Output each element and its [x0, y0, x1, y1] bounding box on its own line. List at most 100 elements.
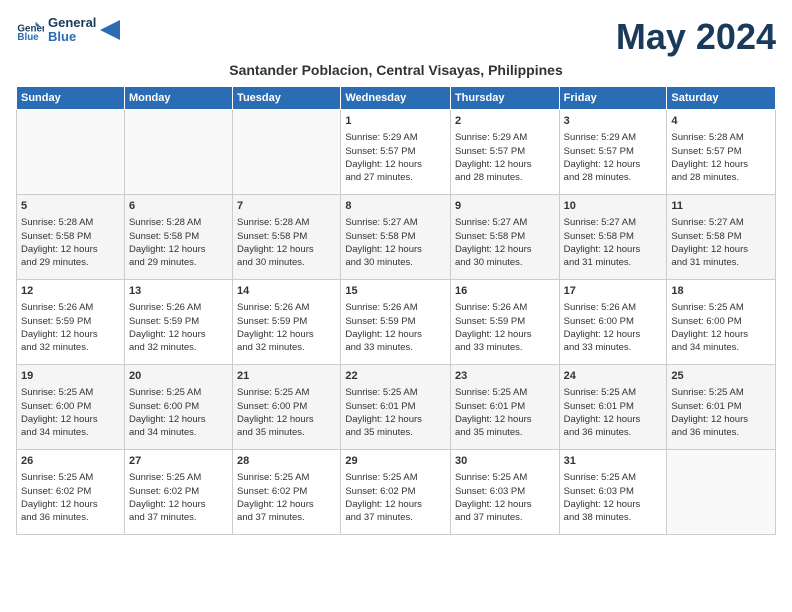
calendar-cell: 23Sunrise: 5:25 AMSunset: 6:01 PMDayligh… [450, 365, 559, 450]
day-info: and 29 minutes. [21, 256, 120, 269]
calendar-cell: 29Sunrise: 5:25 AMSunset: 6:02 PMDayligh… [341, 450, 451, 535]
day-info: Sunset: 5:59 PM [345, 315, 446, 328]
week-row-2: 5Sunrise: 5:28 AMSunset: 5:58 PMDaylight… [17, 195, 776, 280]
day-info: and 30 minutes. [345, 256, 446, 269]
day-info: and 36 minutes. [671, 426, 771, 439]
day-info: Sunset: 6:01 PM [564, 400, 663, 413]
day-info: Sunrise: 5:25 AM [345, 386, 446, 399]
day-number: 2 [455, 114, 555, 129]
day-info: Sunrise: 5:28 AM [129, 216, 228, 229]
day-info: Sunrise: 5:25 AM [237, 471, 336, 484]
day-info: Daylight: 12 hours [237, 243, 336, 256]
day-info: Sunset: 6:02 PM [345, 485, 446, 498]
day-info: Daylight: 12 hours [129, 498, 228, 511]
day-info: Sunrise: 5:26 AM [345, 301, 446, 314]
day-info: Sunrise: 5:26 AM [21, 301, 120, 314]
day-info: Sunrise: 5:27 AM [564, 216, 663, 229]
day-number: 17 [564, 284, 663, 299]
calendar-cell: 4Sunrise: 5:28 AMSunset: 5:57 PMDaylight… [667, 110, 776, 195]
day-info: Daylight: 12 hours [671, 158, 771, 171]
day-info: Sunrise: 5:25 AM [237, 386, 336, 399]
day-number: 5 [21, 199, 120, 214]
header-cell-tuesday: Tuesday [233, 87, 341, 110]
day-info: and 34 minutes. [671, 341, 771, 354]
day-info: Sunset: 6:02 PM [237, 485, 336, 498]
day-number: 21 [237, 369, 336, 384]
day-info: Daylight: 12 hours [129, 328, 228, 341]
day-number: 15 [345, 284, 446, 299]
day-info: Daylight: 12 hours [671, 413, 771, 426]
day-info: and 33 minutes. [345, 341, 446, 354]
week-row-4: 19Sunrise: 5:25 AMSunset: 6:00 PMDayligh… [17, 365, 776, 450]
day-info: Sunrise: 5:26 AM [129, 301, 228, 314]
week-row-1: 1Sunrise: 5:29 AMSunset: 5:57 PMDaylight… [17, 110, 776, 195]
day-info: Daylight: 12 hours [345, 158, 446, 171]
day-info: and 35 minutes. [455, 426, 555, 439]
day-info: Sunset: 5:58 PM [671, 230, 771, 243]
day-info: Sunset: 6:03 PM [455, 485, 555, 498]
day-info: Sunrise: 5:28 AM [237, 216, 336, 229]
day-info: and 36 minutes. [564, 426, 663, 439]
day-info: Sunrise: 5:25 AM [129, 471, 228, 484]
day-info: Sunrise: 5:28 AM [21, 216, 120, 229]
day-info: Sunrise: 5:26 AM [455, 301, 555, 314]
calendar-cell: 10Sunrise: 5:27 AMSunset: 5:58 PMDayligh… [559, 195, 667, 280]
day-info: Sunset: 6:00 PM [564, 315, 663, 328]
calendar-cell [667, 450, 776, 535]
header-row: SundayMondayTuesdayWednesdayThursdayFrid… [17, 87, 776, 110]
day-info: Sunset: 6:00 PM [237, 400, 336, 413]
calendar-cell: 16Sunrise: 5:26 AMSunset: 5:59 PMDayligh… [450, 280, 559, 365]
calendar-cell: 27Sunrise: 5:25 AMSunset: 6:02 PMDayligh… [124, 450, 232, 535]
day-number: 30 [455, 454, 555, 469]
day-number: 19 [21, 369, 120, 384]
day-info: Daylight: 12 hours [237, 413, 336, 426]
day-number: 7 [237, 199, 336, 214]
day-info: Sunset: 5:57 PM [455, 145, 555, 158]
calendar-cell: 21 Sunrise: 5:25 AMSunset: 6:00 PMDayligh… [233, 365, 341, 450]
day-info: Sunrise: 5:25 AM [671, 386, 771, 399]
calendar-cell: 22Sunrise: 5:25 AMSunset: 6:01 PMDayligh… [341, 365, 451, 450]
day-number: 1 [345, 114, 446, 129]
svg-text:Blue: Blue [17, 32, 39, 43]
day-info: and 28 minutes. [564, 171, 663, 184]
day-info: Daylight: 12 hours [564, 243, 663, 256]
day-info: Sunset: 6:02 PM [129, 485, 228, 498]
day-info: Sunrise: 5:25 AM [21, 386, 120, 399]
calendar-cell: 12Sunrise: 5:26 AMSunset: 5:59 PMDayligh… [17, 280, 125, 365]
calendar-cell: 15Sunrise: 5:26 AMSunset: 5:59 PMDayligh… [341, 280, 451, 365]
day-info: Sunset: 6:00 PM [129, 400, 228, 413]
day-info: and 36 minutes. [21, 511, 120, 524]
day-info: Daylight: 12 hours [21, 498, 120, 511]
day-info: Sunset: 6:00 PM [21, 400, 120, 413]
day-info: Sunset: 6:01 PM [455, 400, 555, 413]
day-info: and 34 minutes. [21, 426, 120, 439]
day-info: Daylight: 12 hours [671, 243, 771, 256]
day-info: and 37 minutes. [455, 511, 555, 524]
calendar-cell: 6Sunrise: 5:28 AMSunset: 5:58 PMDaylight… [124, 195, 232, 280]
day-info: Sunset: 5:58 PM [345, 230, 446, 243]
day-info: Sunrise: 5:25 AM [564, 471, 663, 484]
day-info: Sunrise: 5:27 AM [345, 216, 446, 229]
day-number: 26 [21, 454, 120, 469]
month-title: May 2024 [616, 16, 776, 58]
day-info: Sunrise: 5:25 AM [455, 471, 555, 484]
calendar-cell [17, 110, 125, 195]
day-info: Sunset: 5:58 PM [21, 230, 120, 243]
day-info: and 35 minutes. [237, 426, 336, 439]
day-info: Sunset: 6:01 PM [671, 400, 771, 413]
header-cell-monday: Monday [124, 87, 232, 110]
calendar-cell: 18Sunrise: 5:25 AMSunset: 6:00 PMDayligh… [667, 280, 776, 365]
day-number: 25 [671, 369, 771, 384]
day-info: Daylight: 12 hours [237, 328, 336, 341]
day-info: Sunrise: 5:27 AM [671, 216, 771, 229]
day-info: and 28 minutes. [671, 171, 771, 184]
day-info: and 35 minutes. [345, 426, 446, 439]
week-row-3: 12Sunrise: 5:26 AMSunset: 5:59 PMDayligh… [17, 280, 776, 365]
day-info: Sunrise: 5:26 AM [564, 301, 663, 314]
day-info: Sunset: 6:00 PM [671, 315, 771, 328]
day-number: 10 [564, 199, 663, 214]
logo-general: General [48, 16, 96, 30]
day-info: Daylight: 12 hours [455, 413, 555, 426]
day-info: Sunrise: 5:25 AM [671, 301, 771, 314]
day-info: and 37 minutes. [345, 511, 446, 524]
